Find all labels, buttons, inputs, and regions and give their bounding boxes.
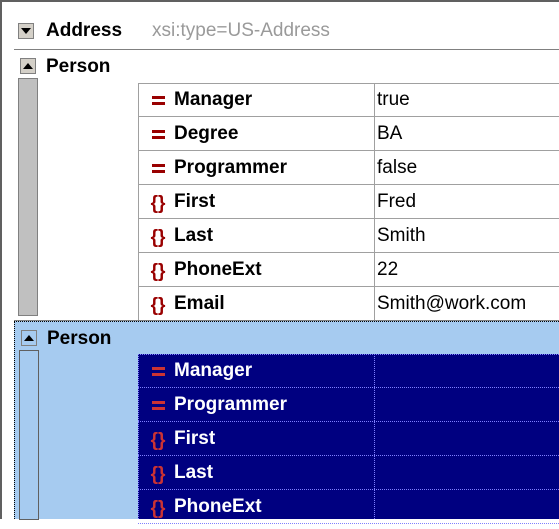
node-value-cell[interactable]: false — [377, 151, 417, 185]
triangle-down-icon — [21, 28, 31, 34]
element-row[interactable]: {} Last Smith — [138, 219, 559, 253]
svg-text:{}: {} — [151, 227, 166, 248]
node-name: Last — [174, 462, 214, 483]
person-label: Person — [47, 328, 112, 349]
node-value-cell[interactable]: BA — [377, 117, 402, 151]
node-name: Programmer — [174, 394, 287, 415]
node-value-cell[interactable]: 22 — [377, 253, 398, 287]
node-name: First — [174, 428, 216, 449]
element-icon: {} — [146, 185, 170, 219]
node-name: Degree — [174, 123, 239, 144]
svg-text:{}: {} — [151, 261, 166, 282]
attribute-icon — [146, 117, 170, 151]
node-value-cell[interactable]: Fred — [377, 185, 416, 219]
node-value-cell[interactable]: Smith — [377, 219, 426, 253]
collapse-bar[interactable] — [18, 78, 38, 316]
node-name: Manager — [174, 89, 253, 110]
attribute-icon — [146, 388, 170, 422]
node-name: Last — [174, 225, 214, 246]
element-row[interactable]: {} PhoneExt 22 — [138, 253, 559, 287]
person-label: Person — [46, 56, 111, 77]
element-row[interactable]: {} First — [138, 422, 559, 456]
node-value-cell[interactable]: Smith@work.com — [377, 287, 526, 321]
triangle-up-icon — [23, 63, 33, 69]
triangle-up-icon — [24, 335, 34, 341]
element-icon: {} — [146, 422, 170, 456]
svg-text:{}: {} — [151, 498, 166, 519]
attribute-icon — [146, 151, 170, 185]
address-type-attribute: xsi:type=US-Address — [152, 20, 330, 41]
element-icon: {} — [146, 253, 170, 287]
collapse-bar[interactable] — [19, 350, 39, 520]
node-value-cell[interactable]: true — [377, 83, 410, 117]
collapse-toggle[interactable] — [21, 330, 37, 346]
element-icon: {} — [146, 219, 170, 253]
element-row[interactable]: {} Email Smith@work.com — [138, 287, 559, 321]
node-name: Programmer — [174, 157, 287, 178]
attribute-row[interactable]: Manager — [138, 354, 559, 388]
svg-text:{}: {} — [151, 295, 166, 316]
node-name: PhoneExt — [174, 259, 262, 280]
element-row[interactable]: {} Last — [138, 456, 559, 490]
node-name: Manager — [174, 360, 253, 381]
element-row[interactable]: {} First Fred — [138, 185, 559, 219]
attribute-icon — [146, 354, 170, 388]
collapse-toggle[interactable] — [20, 58, 36, 74]
svg-text:{}: {} — [151, 193, 166, 214]
element-icon: {} — [146, 287, 170, 321]
svg-text:{}: {} — [151, 430, 166, 451]
element-icon: {} — [146, 456, 170, 490]
collapse-toggle[interactable] — [18, 23, 34, 39]
address-element-row[interactable]: Address xsi:type=US-Address — [6, 14, 559, 50]
address-label: Address — [46, 20, 123, 41]
attribute-icon — [146, 83, 170, 117]
attribute-row[interactable]: Programmer — [138, 388, 559, 422]
attribute-row[interactable]: Manager true — [138, 83, 559, 117]
node-name: Email — [174, 293, 225, 314]
attribute-row[interactable]: Degree BA — [138, 117, 559, 151]
node-name: First — [174, 191, 216, 212]
attribute-row[interactable]: Programmer false — [138, 151, 559, 185]
svg-text:{}: {} — [151, 464, 166, 485]
